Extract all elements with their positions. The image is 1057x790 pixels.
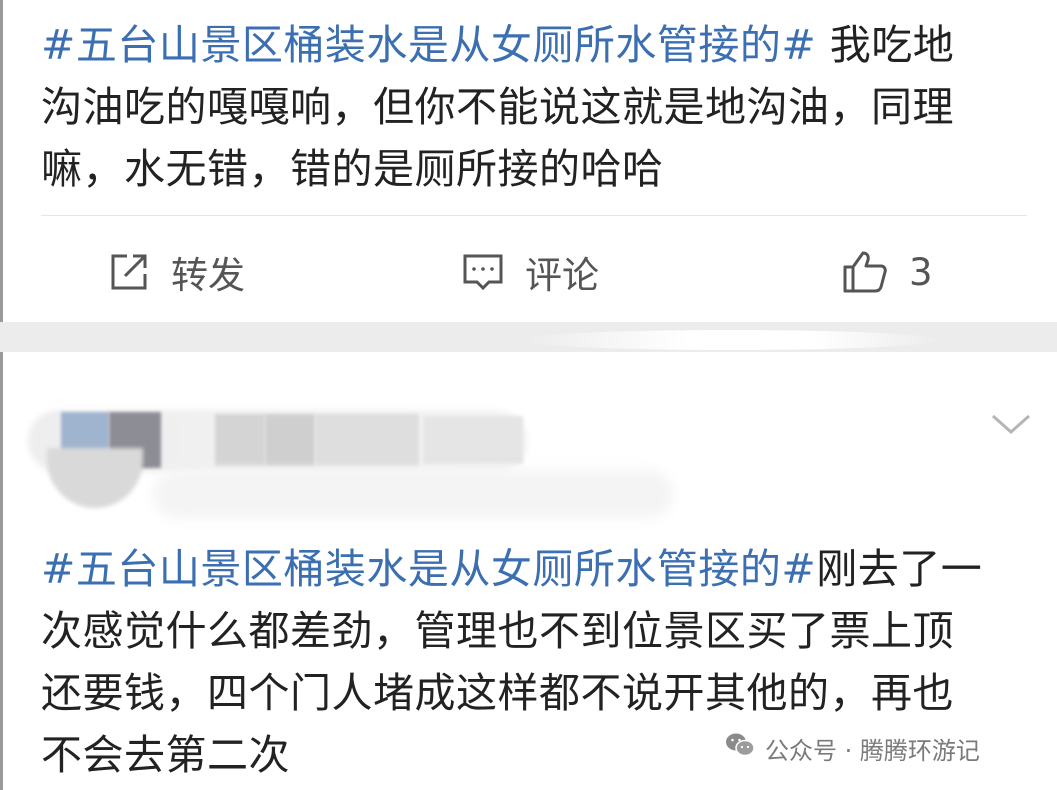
- post-hashtag[interactable]: #五台山景区桶装水是从女厕所水管接的#: [41, 21, 816, 69]
- comment-card: #五台山景区桶装水是从女厕所水管接的#刚去了一 次感觉什么都差劲，管理也不到位景…: [0, 352, 1057, 790]
- comment-icon: [461, 250, 505, 294]
- more-options-button[interactable]: [989, 410, 1033, 442]
- blurred-username-block: [215, 414, 265, 466]
- post-line-2: 沟油吃的嘎嘎响，但你不能说这就是地沟油，同理: [41, 83, 954, 131]
- repost-button[interactable]: 转发: [107, 240, 245, 304]
- chevron-down-icon: [989, 414, 1033, 442]
- wechat-icon: [725, 732, 755, 764]
- thumbs-up-icon: [841, 249, 889, 295]
- watermark-text: 公众号 · 腾腾环游记: [765, 736, 980, 765]
- comment-hashtag[interactable]: #五台山景区桶装水是从女厕所水管接的#: [41, 545, 816, 593]
- comment-line-1-rest: 刚去了一: [816, 545, 983, 593]
- post-line-1: #五台山景区桶装水是从女厕所水管接的# 我吃地: [41, 14, 1031, 76]
- repost-label: 转发: [171, 254, 245, 297]
- post-text: #五台山景区桶装水是从女厕所水管接的# 我吃地 沟油吃的嘎嘎响，但你不能说这就是…: [41, 14, 1031, 200]
- post-line-3: 嘛，水无错，错的是厕所接的哈哈: [41, 145, 664, 193]
- blurred-username-block: [423, 416, 523, 464]
- repost-icon: [107, 250, 151, 294]
- like-button[interactable]: 3: [841, 240, 933, 304]
- blurred-meta: [153, 470, 673, 518]
- post-action-bar: 转发 评论 3: [3, 240, 1057, 304]
- post-line-1-rest: 我吃地: [816, 21, 955, 69]
- avatar[interactable]: [47, 448, 143, 508]
- blurred-username-block: [265, 414, 315, 466]
- comment-button[interactable]: 评论: [461, 240, 599, 304]
- watermark: 公众号 · 腾腾环游记: [725, 728, 980, 768]
- post-card: #五台山景区桶装水是从女厕所水管接的# 我吃地 沟油吃的嘎嘎响，但你不能说这就是…: [0, 0, 1057, 322]
- like-count: 3: [909, 250, 933, 294]
- comment-line-3: 还要钱，四个门人堵成这样都不说开其他的，再也: [41, 669, 954, 717]
- comment-line-1: #五台山景区桶装水是从女厕所水管接的#刚去了一: [41, 538, 1031, 600]
- separator-highlight: [520, 330, 940, 350]
- comment-label: 评论: [525, 254, 599, 297]
- card-separator: [0, 322, 1057, 352]
- post-divider: [41, 215, 1027, 216]
- comment-line-2: 次感觉什么都差劲，管理也不到位景区买了票上顶: [41, 607, 954, 655]
- blurred-username-block: [315, 414, 419, 466]
